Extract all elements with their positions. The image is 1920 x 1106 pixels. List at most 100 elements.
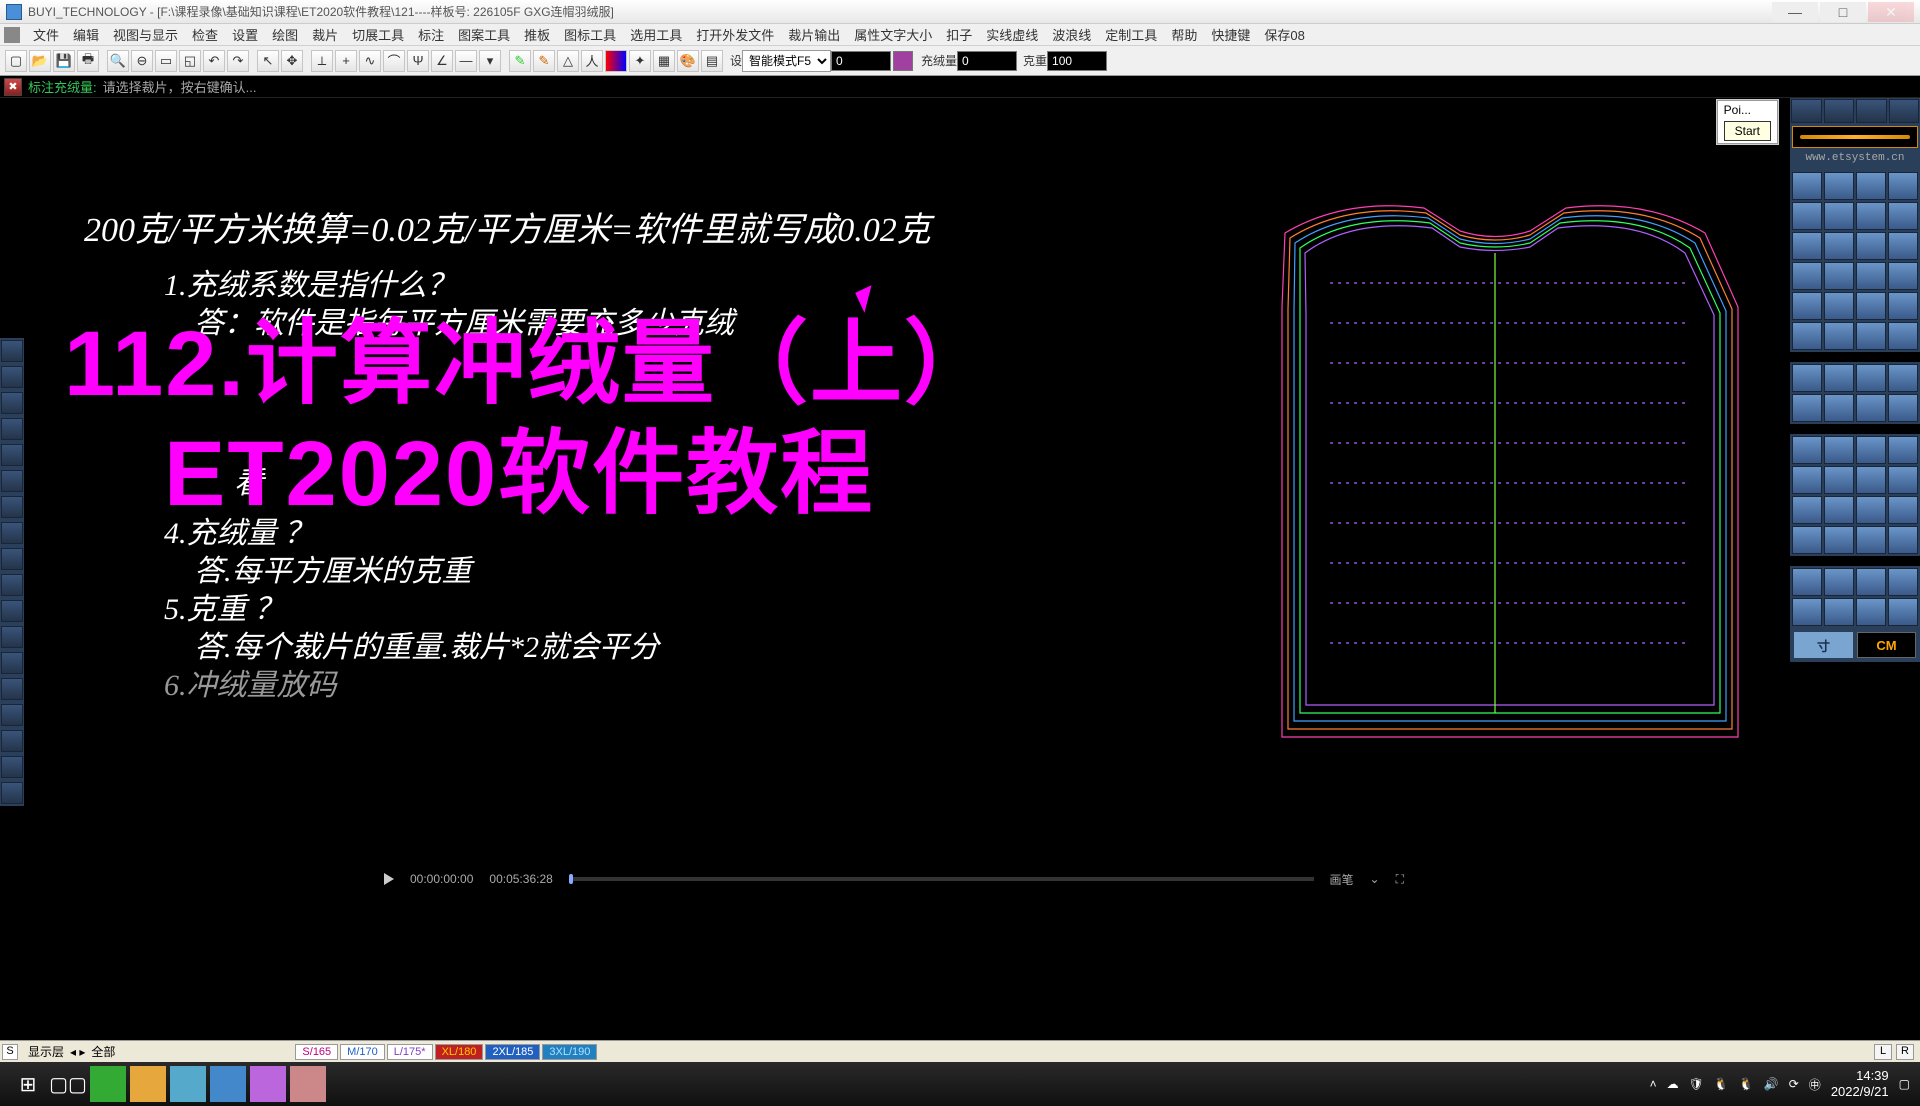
rtool-icon[interactable] xyxy=(1888,526,1918,554)
rtool-icon[interactable] xyxy=(1856,394,1886,422)
rtool-icon[interactable] xyxy=(1888,436,1918,464)
down-icon[interactable]: ▾ xyxy=(479,50,501,72)
taskbar-app-icon[interactable] xyxy=(290,1066,326,1102)
ltool-icon[interactable] xyxy=(1,678,23,700)
rtab[interactable] xyxy=(1824,99,1855,123)
rtab[interactable] xyxy=(1889,99,1920,123)
rtool-icon[interactable] xyxy=(1856,526,1886,554)
rtool-icon[interactable] xyxy=(1888,598,1918,626)
menu-item[interactable]: 裁片输出 xyxy=(781,25,847,44)
rtool-icon[interactable] xyxy=(1888,202,1918,230)
rtool-icon[interactable] xyxy=(1856,568,1886,596)
rtool-icon[interactable] xyxy=(1856,172,1886,200)
ltool-icon[interactable] xyxy=(1,652,23,674)
minimize-button[interactable]: — xyxy=(1772,2,1818,22)
menu-item[interactable]: 扣子 xyxy=(939,25,979,44)
menu-item[interactable]: 切展工具 xyxy=(345,25,411,44)
taskbar-app-icon[interactable] xyxy=(210,1066,246,1102)
ltool-icon[interactable] xyxy=(1,548,23,570)
pen-icon[interactable]: ✎ xyxy=(509,50,531,72)
rtool-icon[interactable] xyxy=(1856,292,1886,320)
rtool-icon[interactable] xyxy=(1856,598,1886,626)
l-button[interactable]: L xyxy=(1874,1044,1892,1060)
line-icon[interactable]: — xyxy=(455,50,477,72)
player-brush-label[interactable]: 画笔 xyxy=(1330,871,1354,888)
rtool-icon[interactable] xyxy=(1856,364,1886,392)
value1-input[interactable] xyxy=(831,51,891,71)
rtool-icon[interactable] xyxy=(1824,568,1854,596)
ltool-icon[interactable] xyxy=(1,496,23,518)
measure-icon[interactable]: △ xyxy=(557,50,579,72)
rtool-icon[interactable] xyxy=(1792,322,1822,350)
rtool-icon[interactable] xyxy=(1792,526,1822,554)
ltool-icon[interactable] xyxy=(1,704,23,726)
menu-item[interactable]: 检查 xyxy=(185,25,225,44)
rtool-icon[interactable] xyxy=(1792,598,1822,626)
size-button[interactable]: M/170 xyxy=(340,1044,385,1060)
rtool-icon[interactable] xyxy=(1856,496,1886,524)
record-icon[interactable]: ✖ xyxy=(4,78,22,96)
rtool-icon[interactable] xyxy=(1888,232,1918,260)
rtool-icon[interactable] xyxy=(1856,202,1886,230)
rtool-icon[interactable] xyxy=(1824,598,1854,626)
rtool-icon[interactable] xyxy=(1824,322,1854,350)
taskview-icon[interactable]: ▢▢ xyxy=(50,1066,86,1102)
rtool-icon[interactable] xyxy=(1888,172,1918,200)
ltool-icon[interactable] xyxy=(1,574,23,596)
fullscreen-icon[interactable]: ⛶ xyxy=(1396,872,1404,887)
rtool-icon[interactable] xyxy=(1792,262,1822,290)
menu-item[interactable]: 打开外发文件 xyxy=(689,25,781,44)
size-button[interactable]: L/175* xyxy=(387,1044,433,1060)
angle-icon[interactable]: ∠ xyxy=(431,50,453,72)
menu-item[interactable]: 帮助 xyxy=(1164,25,1204,44)
rtool-icon[interactable] xyxy=(1856,232,1886,260)
ltool-icon[interactable] xyxy=(1,522,23,544)
star-icon[interactable]: ✦ xyxy=(629,50,651,72)
chevron-up-icon[interactable]: ˄ xyxy=(1650,1077,1657,1091)
rtool-icon[interactable] xyxy=(1792,496,1822,524)
curve-icon[interactable]: ∿ xyxy=(359,50,381,72)
status-s[interactable]: S xyxy=(2,1044,18,1060)
canvas[interactable]: 200克/平方米换算=0.02克/平方厘米=软件里就写成0.02克 1.充绒系数… xyxy=(24,98,1790,1040)
arrow-icon[interactable]: ↖ xyxy=(257,50,279,72)
select-icon[interactable]: ✥ xyxy=(281,50,303,72)
zoom-out-icon[interactable]: ⊖ xyxy=(131,50,153,72)
size-button[interactable]: S/165 xyxy=(295,1044,338,1060)
menu-item[interactable]: 推板 xyxy=(517,25,557,44)
ltool-icon[interactable] xyxy=(1,366,23,388)
cross-icon[interactable]: + xyxy=(335,50,357,72)
close-button[interactable]: ✕ xyxy=(1868,2,1914,22)
rtool-icon[interactable] xyxy=(1792,436,1822,464)
zoom-window-icon[interactable]: ◱ xyxy=(179,50,201,72)
menu-item[interactable]: 裁片 xyxy=(305,25,345,44)
menu-item[interactable]: 编辑 xyxy=(66,25,106,44)
zoom-fit-icon[interactable]: ▭ xyxy=(155,50,177,72)
menu-item[interactable]: 设置 xyxy=(225,25,265,44)
open-icon[interactable]: 📂 xyxy=(29,50,51,72)
rtab[interactable] xyxy=(1856,99,1887,123)
qq-icon[interactable]: 🐧 xyxy=(1714,1077,1729,1091)
rtool-icon[interactable] xyxy=(1792,568,1822,596)
menu-item[interactable]: 波浪线 xyxy=(1045,25,1098,44)
rtool-icon[interactable] xyxy=(1792,394,1822,422)
rtool-icon[interactable] xyxy=(1888,262,1918,290)
accent-swatch[interactable] xyxy=(893,51,913,71)
rtool-icon[interactable] xyxy=(1792,232,1822,260)
zoom-in-icon[interactable]: 🔍 xyxy=(107,50,129,72)
menu-item[interactable]: 属性文字大小 xyxy=(847,25,939,44)
rtool-icon[interactable] xyxy=(1824,364,1854,392)
rtool-icon[interactable] xyxy=(1888,568,1918,596)
ltool-icon[interactable] xyxy=(1,470,23,492)
play-button[interactable] xyxy=(384,873,394,885)
save-icon[interactable]: 💾 xyxy=(53,50,75,72)
rtool-icon[interactable] xyxy=(1792,466,1822,494)
chart-icon[interactable]: 🎨 xyxy=(677,50,699,72)
menu-item[interactable]: 标注 xyxy=(411,25,451,44)
rtool-icon[interactable] xyxy=(1792,172,1822,200)
rtool-icon[interactable] xyxy=(1824,202,1854,230)
ltool-icon[interactable] xyxy=(1,782,23,804)
menu-item[interactable]: 文件 xyxy=(26,25,66,44)
color-icon[interactable] xyxy=(605,50,627,72)
rtool-icon[interactable] xyxy=(1824,262,1854,290)
ltool-icon[interactable] xyxy=(1,730,23,752)
